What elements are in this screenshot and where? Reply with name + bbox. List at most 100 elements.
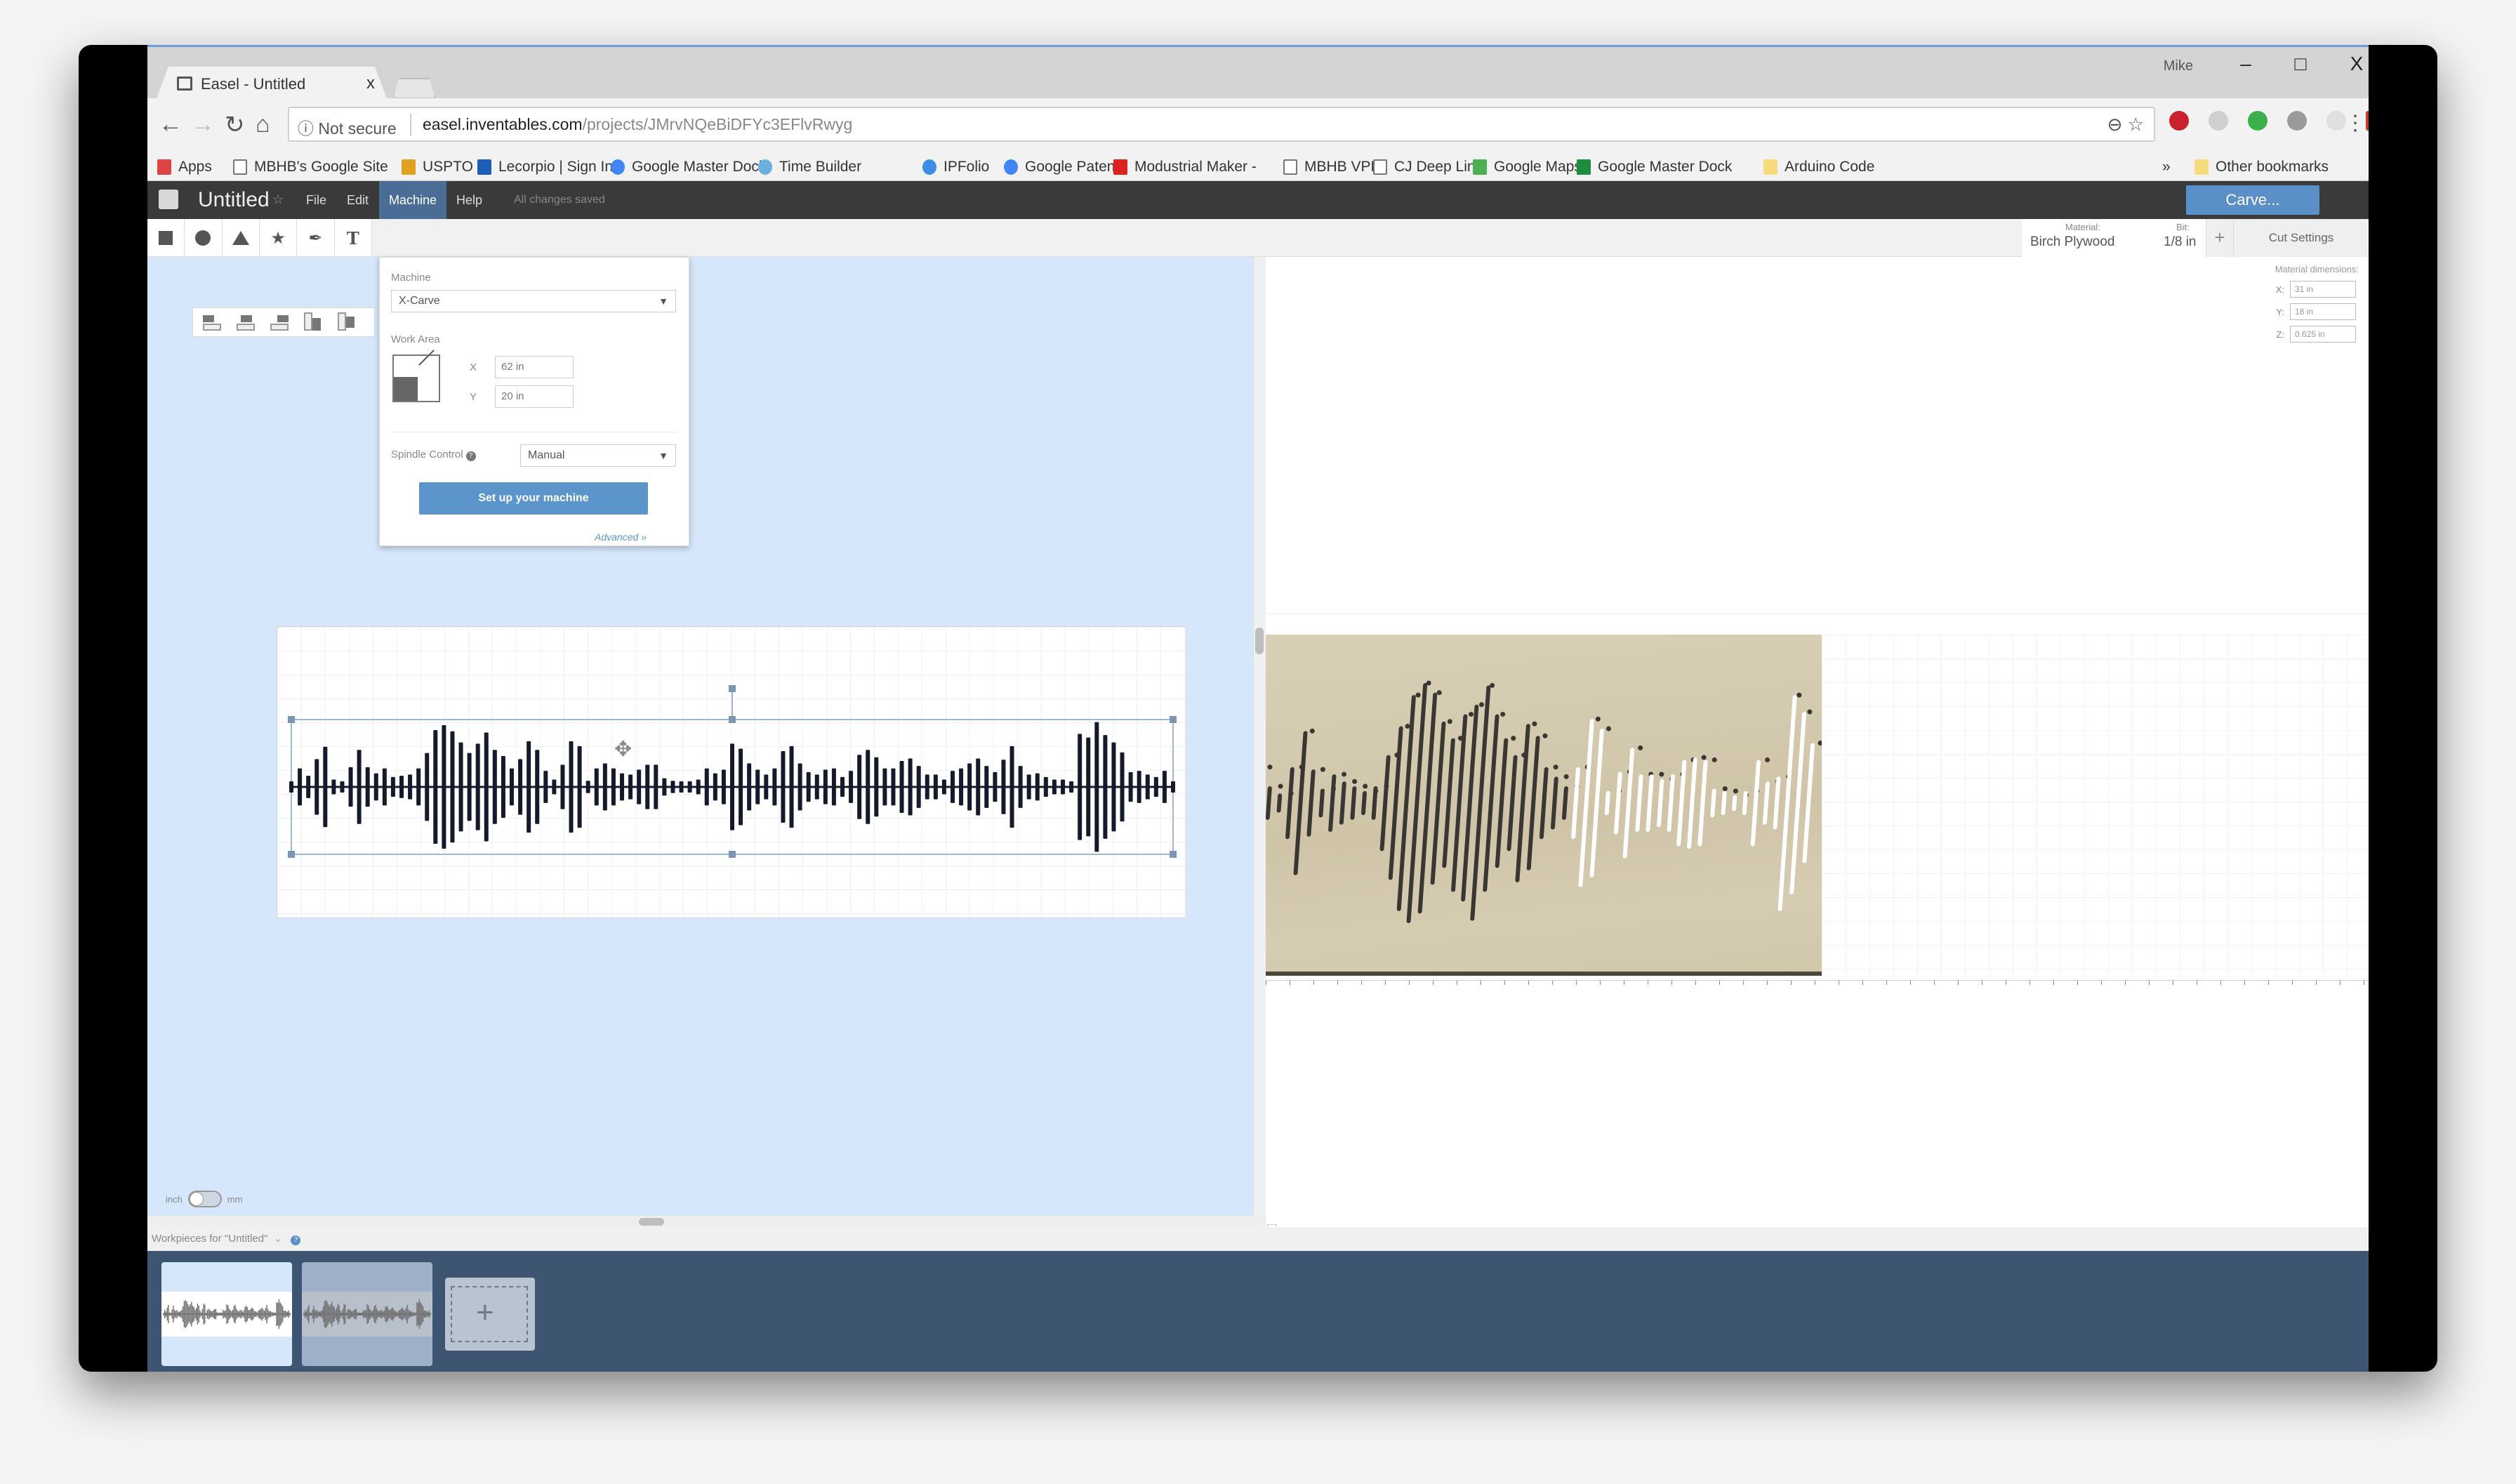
bookmarks-overflow[interactable]: »	[2162, 159, 2171, 175]
profile-name[interactable]: Mike	[2164, 58, 2193, 74]
thumbnail-bar	[276, 1301, 277, 1327]
thumbnail-bar	[194, 1310, 196, 1318]
tab-easel[interactable]: Easel - Untitled x	[156, 67, 388, 100]
bookmark-item[interactable]: Google Maps	[1473, 159, 1582, 175]
help-icon[interactable]: ?	[465, 451, 476, 461]
thumbnail-bar	[408, 1309, 409, 1319]
material-z-input[interactable]: 0.625 in	[2290, 326, 2356, 343]
bookmark-item[interactable]: IPFolio	[922, 159, 989, 175]
thumbnail-bar	[216, 1312, 218, 1316]
easel-pro-logo-icon[interactable]	[159, 190, 178, 209]
triangle-tool[interactable]	[223, 219, 260, 257]
thumbnail-bar	[183, 1301, 185, 1327]
cut-settings-button[interactable]: Cut Settings	[2234, 219, 2369, 257]
carve-preview[interactable]: Material dimensions: X: 31 in Y: 18 in Z: 0…	[1253, 257, 2369, 1262]
help-icon[interactable]: ?	[291, 1235, 301, 1245]
extension-red-icon[interactable]	[2366, 111, 2369, 131]
menu-edit[interactable]: Edit	[337, 181, 378, 219]
bookmark-item[interactable]: Lecorpio | Sign In	[477, 159, 613, 175]
reload-button[interactable]: ↻	[225, 111, 245, 139]
carved-slot	[1721, 790, 1727, 816]
extension-balloon-icon[interactable]	[2287, 111, 2307, 131]
carved-slot	[1773, 776, 1781, 830]
menu-machine[interactable]: Machine	[379, 181, 447, 219]
work-area-x-input[interactable]: 62 in	[495, 356, 574, 378]
bookmark-item[interactable]: Google Patents	[1004, 159, 1127, 175]
browser-menu-icon[interactable]: ⋮	[2345, 111, 2366, 135]
minimize-button[interactable]: –	[2228, 53, 2263, 75]
bookmark-item[interactable]: MBHB's Google Site	[233, 159, 388, 175]
pinterest-icon[interactable]	[2169, 111, 2189, 131]
splitter-handle[interactable]	[1255, 628, 1264, 654]
material-y-input[interactable]: 18 in	[2290, 303, 2356, 320]
artboard[interactable]: ✥	[277, 626, 1186, 918]
thumbnail-bar	[404, 1311, 406, 1318]
work-area-y-input[interactable]: 20 in	[495, 385, 574, 408]
align-right-icon[interactable]	[269, 312, 290, 332]
tab-close-icon[interactable]: x	[366, 74, 375, 93]
units-toggle[interactable]	[187, 1191, 222, 1207]
menu-file[interactable]: File	[296, 181, 336, 219]
bookmark-item[interactable]: CJ Deep Link	[1373, 159, 1483, 175]
security-indicator[interactable]: ⓘ Not secure	[298, 115, 397, 139]
forward-button[interactable]: →	[191, 111, 215, 138]
bookmark-item[interactable]: Arduino Code	[1763, 159, 1874, 175]
canvas-horizontal-scrollbar[interactable]	[147, 1216, 1266, 1227]
align-center-icon[interactable]	[235, 312, 256, 332]
bookmark-item[interactable]: Modustrial Maker -	[1113, 159, 1257, 175]
text-tool[interactable]: T	[335, 219, 372, 257]
add-material-button[interactable]: +	[2206, 219, 2234, 257]
url-text[interactable]: easel.inventables.com/projects/JMrvNQeBi…	[423, 115, 852, 134]
bookmark-item[interactable]: Apps	[157, 159, 212, 175]
spindle-control-select[interactable]: Manual ▼	[520, 444, 676, 467]
bookmark-item[interactable]: MBHB VPN	[1283, 159, 1382, 175]
carved-slot	[1687, 757, 1697, 849]
set-up-machine-button[interactable]: Set up your machine	[419, 482, 648, 515]
favorite-star-icon[interactable]: ☆	[272, 192, 284, 207]
menu-help[interactable]: Help	[446, 181, 492, 219]
thumbnail-bar	[326, 1301, 328, 1327]
extension-gray-icon[interactable]	[2209, 111, 2228, 131]
pane-splitter[interactable]	[1253, 257, 1266, 1216]
zoom-and-bookmark-star-icon[interactable]: ⊖ ☆	[2107, 114, 2144, 135]
browser-window: Easel - Untitled x Mike – □ X ← → ↻ ⌂ ⓘ …	[147, 45, 2369, 1372]
rectangle-tool[interactable]	[147, 219, 185, 257]
maximize-button[interactable]: □	[2283, 53, 2318, 75]
bookmark-item[interactable]: Google Master Dock	[611, 159, 766, 175]
other-bookmarks[interactable]: Other bookmarks	[2194, 159, 2329, 175]
workpiece-thumbnail-2[interactable]	[302, 1262, 432, 1366]
bookmark-item[interactable]: Google Master Dock	[1577, 159, 1732, 175]
new-tab-button[interactable]	[393, 78, 435, 99]
design-canvas[interactable]: ✥ + − ⌂ inch mm	[147, 257, 1253, 1216]
back-button[interactable]: ←	[159, 111, 183, 138]
pen-tool[interactable]: ✒	[297, 219, 335, 257]
bookmark-item[interactable]: USPTO	[402, 159, 473, 175]
waveform-bar	[645, 764, 650, 809]
machine-select[interactable]: X-Carve ▼	[391, 290, 676, 312]
shape-toolbar: ★ ✒ T	[147, 219, 372, 257]
url-bar[interactable]: ⓘ Not secure easel.inventables.com/proje…	[288, 107, 2155, 142]
bookmark-item[interactable]: Time Builder	[758, 159, 861, 175]
extension-pen-icon[interactable]	[2326, 111, 2346, 131]
chevron-down-icon[interactable]: ⌄	[274, 1233, 283, 1245]
project-title[interactable]: Untitled	[198, 188, 270, 212]
horizontal-scroll-thumb[interactable]	[639, 1218, 664, 1226]
home-button[interactable]: ⌂	[256, 111, 270, 138]
workpiece-thumbnail-1[interactable]	[161, 1262, 292, 1366]
close-window-button[interactable]: X	[2339, 53, 2369, 75]
slot-end	[1352, 779, 1358, 784]
align-middle-icon[interactable]	[336, 312, 357, 332]
align-bottom-icon[interactable]	[303, 312, 324, 332]
carve-button[interactable]: Carve...	[2186, 185, 2319, 215]
advanced-link[interactable]: Advanced »	[595, 531, 647, 543]
material-x-input[interactable]: 31 in	[2290, 281, 2356, 298]
waveform-design[interactable]: ✥	[277, 627, 1187, 919]
circle-tool[interactable]	[185, 219, 223, 257]
star-tool[interactable]: ★	[260, 219, 298, 257]
extension-green-icon[interactable]	[2248, 111, 2267, 131]
add-workpiece-button[interactable]: +	[445, 1278, 535, 1351]
material-bit-selector[interactable]: Material: Birch Plywood Bit: 1/8 in	[2022, 219, 2206, 257]
waveform-bar	[984, 766, 989, 808]
align-left-icon[interactable]	[201, 312, 223, 332]
workpieces-label[interactable]: Workpieces for "Untitled"	[152, 1233, 267, 1245]
